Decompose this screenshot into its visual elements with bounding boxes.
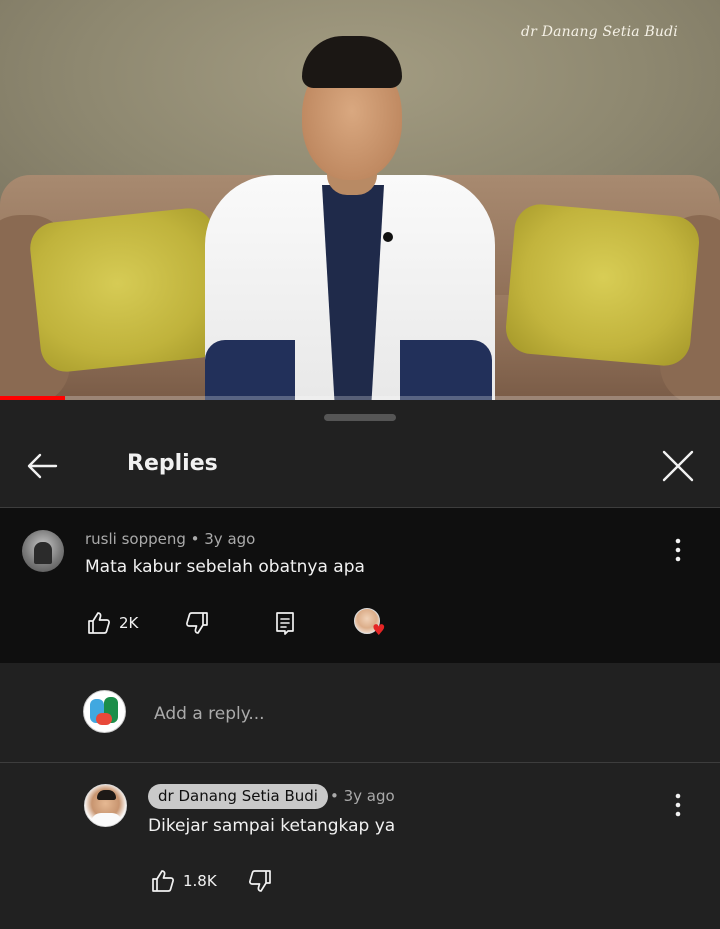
video-watermark: dr Danang Setia Budi [521, 24, 678, 40]
more-vert-icon [675, 538, 681, 562]
like-button[interactable] [86, 610, 112, 636]
current-user-avatar [83, 690, 126, 733]
like-count: 1.8K [183, 872, 217, 890]
avatar-coat [91, 813, 122, 826]
video-pillow-left [27, 205, 228, 375]
avatar-hair [97, 790, 116, 800]
video-person-sleeve-right [400, 340, 492, 400]
thumb-up-icon [88, 612, 110, 634]
comment-text: Dikejar sampai ketangkap ya [148, 816, 396, 836]
avatar[interactable] [84, 784, 127, 827]
comment-time: • 3y ago [330, 787, 395, 805]
page-title: Replies [127, 451, 218, 476]
avatar-figure [34, 542, 52, 564]
close-icon [662, 450, 694, 482]
avatar-shape [96, 713, 112, 725]
add-reply-row [0, 663, 720, 763]
video-pillow-right [503, 202, 702, 368]
replies-header: Replies [0, 422, 720, 508]
heart-icon: ♥ [372, 621, 386, 639]
thumb-down-icon [249, 870, 271, 892]
replies-panel: Replies rusli soppeng • 3y ago Mata kabu… [0, 400, 720, 929]
arrow-left-icon [27, 453, 58, 479]
dislike-button[interactable] [247, 868, 273, 894]
reply-button[interactable] [272, 610, 298, 636]
author-chip[interactable]: dr Danang Setia Budi [148, 784, 328, 809]
back-button[interactable] [22, 446, 62, 486]
video-player[interactable]: dr Danang Setia Budi [0, 0, 720, 400]
more-vert-icon [675, 793, 681, 817]
thumb-up-icon [152, 870, 174, 892]
drag-handle[interactable] [324, 414, 396, 421]
dislike-button[interactable] [184, 610, 210, 636]
comment-text: Mata kabur sebelah obatnya apa [85, 557, 365, 577]
reply-input[interactable] [154, 701, 634, 727]
parent-comment: rusli soppeng • 3y ago Mata kabur sebela… [0, 508, 720, 663]
like-button[interactable] [150, 868, 176, 894]
creator-heart-badge[interactable]: ♥ [354, 608, 388, 640]
comment-meta: rusli soppeng • 3y ago [85, 530, 256, 548]
video-lapel-mic [383, 232, 393, 242]
more-options-button[interactable] [666, 536, 690, 564]
like-count: 2K [119, 614, 139, 632]
thumb-down-icon [186, 612, 208, 634]
more-options-button[interactable] [666, 791, 690, 819]
avatar[interactable] [22, 530, 64, 572]
close-button[interactable] [656, 444, 700, 488]
reply-comment: dr Danang Setia Budi • 3y ago Dikejar sa… [0, 763, 720, 929]
video-person-sleeve-left [205, 340, 295, 400]
reply-icon [276, 612, 294, 635]
